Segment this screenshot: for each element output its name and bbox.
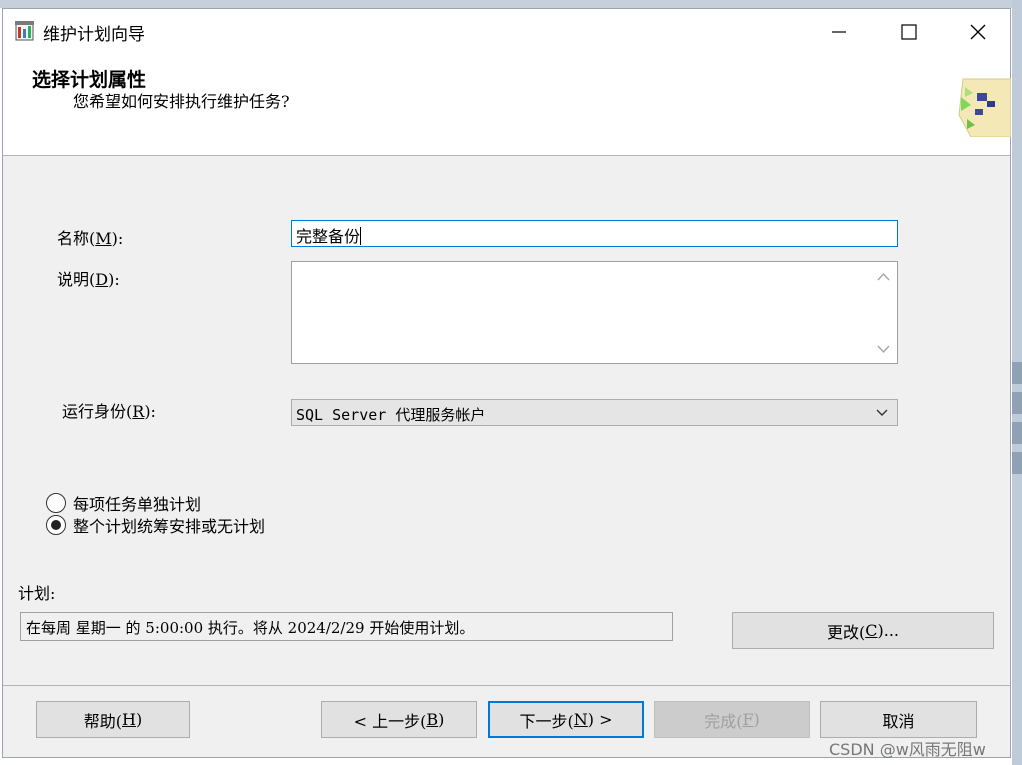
maintenance-plan-icon xyxy=(15,21,34,41)
maximize-icon[interactable] xyxy=(891,17,927,47)
back-button[interactable]: < 上一步(B) xyxy=(321,701,477,738)
next-button[interactable]: 下一步(N) > xyxy=(488,701,644,738)
name-label: 名称(M): xyxy=(57,229,124,248)
vertical-scrollbar[interactable] xyxy=(870,262,897,363)
run-as-select[interactable]: SQL Server 代理服务帐户 xyxy=(291,399,898,426)
description-textarea[interactable] xyxy=(291,261,898,364)
radio-separate-schedules[interactable] xyxy=(46,493,66,513)
background-top xyxy=(0,0,1022,8)
footer-separator xyxy=(3,685,1010,686)
watermark: CSDN @w风雨无阻w xyxy=(829,740,986,759)
finish-button[interactable]: 完成(F) xyxy=(654,701,810,738)
page-subtitle: 您希望如何安排执行维护任务? xyxy=(73,92,290,111)
window-title: 维护计划向导 xyxy=(43,25,145,45)
name-input[interactable]: 完整备份 xyxy=(291,220,898,247)
minimize-icon[interactable] xyxy=(821,17,857,47)
chevron-down-icon xyxy=(876,409,888,416)
wizard-banner-icon xyxy=(958,78,1011,137)
scroll-down-icon xyxy=(877,345,890,354)
background-right xyxy=(1012,0,1022,765)
text-caret xyxy=(360,227,362,245)
close-icon[interactable] xyxy=(960,17,996,47)
radio-separate-schedules-label: 每项任务单独计划 xyxy=(73,495,202,514)
cancel-button[interactable]: 取消 xyxy=(820,701,977,738)
run-as-label: 运行身份(R): xyxy=(62,402,156,421)
title-bar[interactable]: 维护计划向导 xyxy=(3,9,1010,53)
scroll-up-icon xyxy=(877,272,890,281)
schedule-label: 计划: xyxy=(18,584,56,603)
wizard-window: 维护计划向导 选择计划属性 您希望如何安排执行维护任务? 名称(M): 完整备份 xyxy=(2,8,1011,758)
radio-single-schedule-label: 整个计划统筹安排或无计划 xyxy=(73,517,266,536)
wizard-header: 选择计划属性 您希望如何安排执行维护任务? xyxy=(3,53,1011,156)
help-button[interactable]: 帮助(H) xyxy=(36,701,190,738)
change-schedule-button[interactable]: 更改(C)... xyxy=(732,612,994,649)
schedule-description: 在每周 星期一 的 5:00:00 执行。将从 2024/2/29 开始使用计划… xyxy=(20,612,673,641)
description-label: 说明(D): xyxy=(57,270,120,289)
radio-single-schedule[interactable] xyxy=(46,515,66,535)
